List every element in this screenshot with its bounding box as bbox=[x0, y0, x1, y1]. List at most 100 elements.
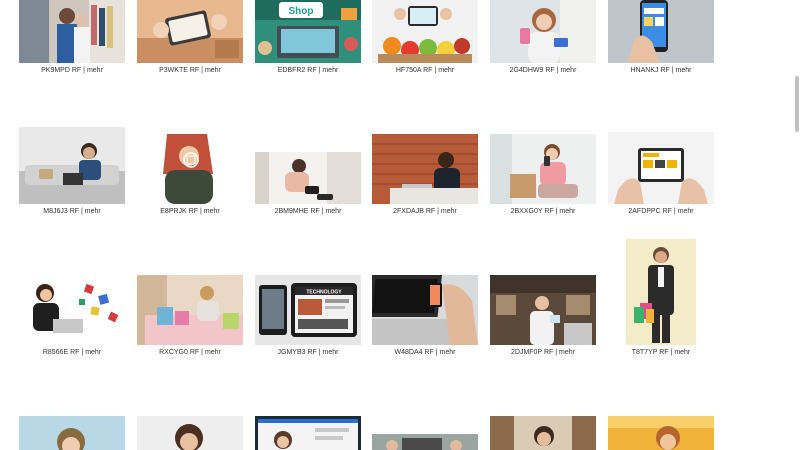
license-type: RF bbox=[424, 349, 434, 356]
more-link[interactable]: mehr bbox=[205, 349, 221, 356]
license-type: RF bbox=[188, 208, 199, 215]
more-link[interactable]: mehr bbox=[560, 67, 576, 74]
more-link[interactable]: mehr bbox=[204, 208, 220, 215]
more-link[interactable]: mehr bbox=[85, 208, 101, 215]
thumbnail-caption: 2BXXG0Y RF | mehr bbox=[484, 207, 602, 216]
hands-tablet-photo bbox=[608, 132, 714, 204]
hand-smartphone-photo bbox=[608, 0, 714, 63]
caption-separator: | bbox=[671, 67, 674, 74]
license-type: RF bbox=[423, 67, 433, 74]
caption-separator: | bbox=[670, 349, 673, 356]
thumbnail-caption: 2G4DHW9 RF | mehr bbox=[484, 66, 602, 75]
thumbnail-image[interactable] bbox=[137, 0, 243, 63]
more-link[interactable]: mehr bbox=[676, 67, 692, 74]
image-code: JGMYB3 bbox=[277, 349, 306, 356]
more-link[interactable]: mehr bbox=[678, 208, 694, 215]
more-link[interactable]: mehr bbox=[440, 349, 456, 356]
thumbnail-image[interactable] bbox=[608, 0, 714, 63]
thumbnail-image[interactable] bbox=[626, 239, 696, 345]
more-link[interactable]: mehr bbox=[87, 67, 103, 74]
thumbnail-caption: RXCYG0 RF | mehr bbox=[131, 348, 249, 357]
thumbnail-image[interactable] bbox=[19, 275, 125, 345]
thumbnail-image[interactable] bbox=[19, 0, 125, 63]
shop-laptop-photo: Shop bbox=[255, 0, 361, 63]
image-code: 2AFDPPC bbox=[628, 208, 661, 215]
more-link[interactable]: mehr bbox=[323, 349, 339, 356]
image-code: T8T7YP bbox=[631, 349, 658, 356]
license-type: RF bbox=[425, 208, 436, 215]
thumbnail-image[interactable] bbox=[490, 0, 596, 63]
scrollbar-thumb[interactable] bbox=[795, 76, 799, 132]
image-code: P3WKTE bbox=[159, 67, 188, 74]
thumbnail-caption: 2AFDPPC RF | mehr bbox=[602, 207, 720, 216]
woman-laptop-gifts-photo bbox=[19, 275, 125, 345]
caption-separator: | bbox=[556, 67, 559, 74]
thumbnail-image[interactable] bbox=[372, 134, 478, 204]
image-code: HF750A bbox=[395, 67, 422, 74]
thumbnail-caption: E8PRJK RF | mehr bbox=[131, 207, 249, 216]
more-link[interactable]: mehr bbox=[559, 349, 575, 356]
thumbnail-image[interactable]: Shop bbox=[255, 0, 361, 63]
thumbnail-caption: W48DA4 RF | mehr bbox=[366, 348, 484, 357]
woman-blue-background-photo bbox=[19, 416, 125, 450]
thumbnail-caption: HNANKJ RF | mehr bbox=[602, 66, 720, 75]
tablet-banner-text: TECHNOLOGY bbox=[306, 290, 342, 296]
license-type: RF bbox=[307, 67, 317, 74]
license-type: RF bbox=[310, 208, 320, 215]
more-link[interactable]: mehr bbox=[205, 67, 221, 74]
thumbnail-image[interactable] bbox=[19, 127, 125, 204]
thumbnail-caption: 2DJMF0P RF | mehr bbox=[484, 348, 602, 357]
thumbnail-image[interactable] bbox=[372, 275, 478, 345]
caption-separator: | bbox=[201, 67, 203, 74]
thumbnail-image[interactable] bbox=[608, 132, 714, 204]
woman-credit-card-photo bbox=[490, 0, 596, 63]
image-code: 2BM9MHE bbox=[274, 208, 309, 215]
more-link[interactable]: mehr bbox=[441, 208, 457, 215]
thumbnail-image[interactable] bbox=[490, 134, 596, 204]
woman-smiling-photo bbox=[137, 416, 243, 450]
more-link[interactable]: mehr bbox=[322, 67, 338, 74]
thumbnail-image[interactable] bbox=[608, 416, 714, 450]
thumbnail-image[interactable] bbox=[255, 152, 361, 204]
thumbnail-caption: EDBFR2 RF | mehr bbox=[249, 66, 367, 75]
more-link[interactable]: mehr bbox=[674, 349, 690, 356]
license-type: RF bbox=[70, 349, 80, 356]
image-code: R8566E bbox=[42, 349, 69, 356]
thumbnail-image[interactable] bbox=[372, 0, 478, 63]
caption-separator: | bbox=[83, 67, 85, 74]
man-brick-wall-laptop-photo bbox=[372, 134, 478, 204]
image-results-grid: PK9MPD RF | mehr P3WKTE RF | mehr Shop E… bbox=[0, 0, 800, 450]
thumbnail-image[interactable] bbox=[137, 134, 243, 204]
more-link[interactable]: mehr bbox=[438, 67, 454, 74]
license-type: RF bbox=[307, 349, 317, 356]
license-type: RF bbox=[660, 67, 670, 74]
thumbnail-image[interactable] bbox=[490, 416, 596, 450]
license-type: RF bbox=[69, 208, 80, 215]
woman-touch-interface-photo bbox=[137, 134, 243, 204]
woman-shop-shelves-photo bbox=[490, 416, 596, 450]
more-link[interactable]: mehr bbox=[85, 349, 101, 356]
thumbnail-image[interactable] bbox=[19, 416, 125, 450]
image-code: HNANKJ bbox=[630, 67, 659, 74]
thumbnail-image[interactable] bbox=[137, 275, 243, 345]
more-link[interactable]: mehr bbox=[325, 208, 341, 215]
woman-boxes-phone-photo bbox=[490, 134, 596, 204]
caption-separator: | bbox=[673, 208, 676, 215]
image-code: 2DJMF0P bbox=[511, 349, 542, 356]
caption-separator: | bbox=[318, 67, 321, 74]
caption-separator: | bbox=[555, 349, 558, 356]
thumbnail-image[interactable] bbox=[490, 275, 596, 345]
thumbnail-image[interactable] bbox=[372, 434, 478, 450]
thumbnail-image[interactable] bbox=[255, 416, 361, 450]
technology-tablets-photo: TECHNOLOGY bbox=[255, 275, 361, 345]
image-code: 2BXXG0Y bbox=[510, 208, 543, 215]
caption-separator: | bbox=[318, 349, 321, 356]
scrollbar[interactable] bbox=[794, 0, 800, 450]
hands-device-photo bbox=[372, 434, 478, 450]
thumbnail-caption: 2FXDAJB RF | mehr bbox=[366, 207, 484, 216]
caption-separator: | bbox=[434, 67, 437, 74]
license-type: RF bbox=[662, 208, 672, 215]
more-link[interactable]: mehr bbox=[559, 208, 575, 215]
thumbnail-image[interactable]: TECHNOLOGY bbox=[255, 275, 361, 345]
thumbnail-image[interactable] bbox=[137, 416, 243, 450]
